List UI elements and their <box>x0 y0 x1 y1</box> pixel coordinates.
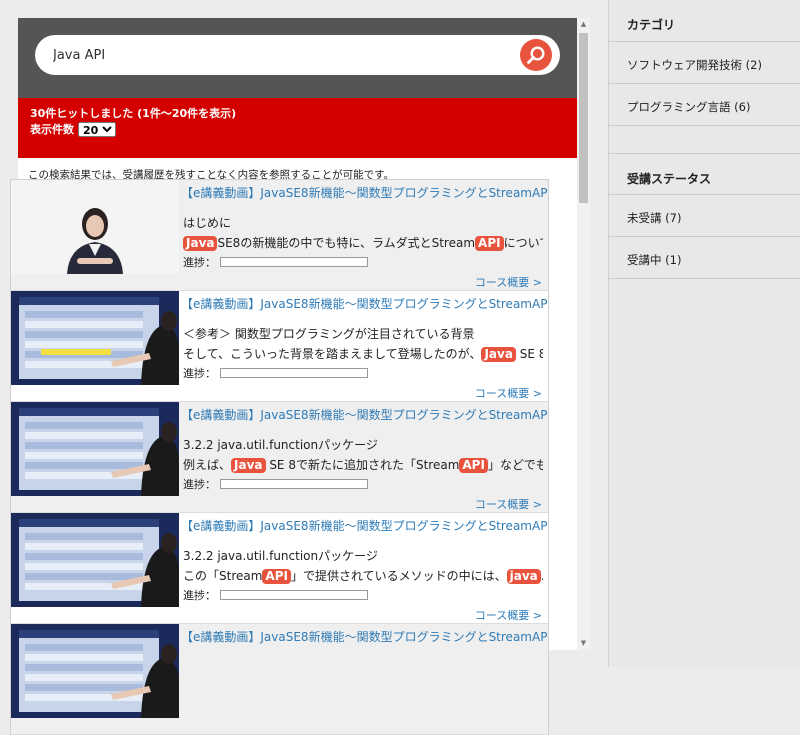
scroll-down-arrow-icon[interactable]: ▼ <box>577 637 590 650</box>
snippet-text: SE 8のラムダ式と <box>519 347 543 361</box>
progress-bar <box>220 590 368 600</box>
result-section-text: はじめに <box>183 216 232 230</box>
result-snippet: JavaSE8の新機能の中でも特に、ラムダ式とStreamAPIについて、詳しく… <box>183 234 543 251</box>
result-section-text: 3.2.2 java.util.functionパッケージ <box>183 438 378 452</box>
snippet-text: 」で提供されているメソッドの中には、 <box>290 569 507 583</box>
result-count-text: 30件ヒットしました (1件〜20件を表示) <box>30 107 237 120</box>
snippet-text: 例えば、 <box>183 458 232 472</box>
video-thumbnail[interactable] <box>11 513 179 607</box>
course-overview-link[interactable]: コース概要 > <box>475 385 542 401</box>
video-thumbnail[interactable] <box>11 402 179 496</box>
filter-sidebar: カテゴリ ソフトウェア開発技術 (2) プログラミング言語 (6) 受講ステータ… <box>608 0 800 667</box>
keyword-highlight: Java <box>183 236 218 251</box>
category-heading: カテゴリ <box>609 0 800 42</box>
video-thumbnail[interactable] <box>11 291 179 385</box>
search-input[interactable] <box>53 35 493 75</box>
search-icon <box>527 46 545 64</box>
snippet-text: 」などでもこのインタフェ <box>487 458 543 472</box>
result-title-link[interactable]: 【e講義動画】JavaSE8新機能〜関数型プログラミングとStreamAPI〜 <box>181 406 548 423</box>
keyword-highlight: API <box>459 458 488 473</box>
result-snippet: この「StreamAPI」で提供されているメソッドの中には、java.util.… <box>183 567 543 584</box>
result-title-link[interactable]: 【e講義動画】JavaSE8新機能〜関数型プログラミングとStreamAPI〜 <box>181 184 548 201</box>
progress-bar <box>220 368 368 378</box>
status-item[interactable]: 受講中 (1) <box>609 237 800 279</box>
per-page-select[interactable]: 20 <box>78 122 116 137</box>
keyword-highlight: Java <box>231 458 266 473</box>
course-overview-link[interactable]: コース概要 > <box>475 274 542 290</box>
progress-label: 進捗： <box>183 589 216 602</box>
result-list: 【e講義動画】JavaSE8新機能〜関数型プログラミングとStreamAPI〜は… <box>10 179 549 735</box>
result-item: 【e講義動画】JavaSE8新機能〜関数型プログラミングとStreamAPI〜は… <box>11 180 548 291</box>
search-box <box>35 35 560 75</box>
snippet-text: SE 8で新たに追加された「Stream <box>265 458 460 472</box>
snippet-text: SE8の新機能の中でも特に、ラムダ式とStream <box>217 236 476 250</box>
progress-row: 進捗： <box>183 587 368 603</box>
progress-row: 進捗： <box>183 365 368 381</box>
keyword-highlight: API <box>475 236 504 251</box>
result-snippet: 例えば、Java SE 8で新たに追加された「StreamAPI」などでもこのイ… <box>183 456 543 473</box>
results-scrollbar[interactable]: ▲ ▼ <box>577 18 590 650</box>
progress-row: 進捗： <box>183 254 368 270</box>
result-snippet: そして、こういった背景を踏まえまして登場したのが、Java SE 8のラムダ式と <box>183 345 543 362</box>
search-area <box>18 18 577 98</box>
snippet-text: そして、こういった背景を踏まえまして登場したのが、 <box>183 347 482 361</box>
progress-bar <box>220 479 368 489</box>
scrollbar-thumb[interactable] <box>579 33 588 203</box>
category-item[interactable]: ソフトウェア開発技術 (2) <box>609 42 800 84</box>
scroll-up-arrow-icon[interactable]: ▲ <box>577 18 590 31</box>
result-title-link[interactable]: 【e講義動画】JavaSE8新機能〜関数型プログラミングとStreamAPI〜 <box>181 295 548 312</box>
video-thumbnail[interactable] <box>11 180 179 274</box>
status-item[interactable]: 未受講 (7) <box>609 195 800 237</box>
category-item[interactable]: プログラミング言語 (6) <box>609 84 800 126</box>
result-item: 【e講義動画】JavaSE8新機能〜関数型プログラミングとStreamAPI〜 <box>11 624 548 735</box>
snippet-text: この「Stream <box>183 569 263 583</box>
keyword-highlight: java <box>506 569 541 584</box>
progress-label: 進捗： <box>183 367 216 380</box>
snippet-text: .util.functionパ <box>541 569 543 583</box>
result-section-text: 3.2.2 java.util.functionパッケージ <box>183 549 378 563</box>
progress-label: 進捗： <box>183 478 216 491</box>
progress-bar <box>220 257 368 267</box>
search-button[interactable] <box>520 39 552 71</box>
result-section-text: ＜参考＞ 関数型プログラミングが注目されている背景 <box>183 327 475 341</box>
snippet-text: について、詳しく学 <box>503 236 543 250</box>
course-overview-link[interactable]: コース概要 > <box>475 607 542 623</box>
video-thumbnail[interactable] <box>11 624 179 718</box>
course-overview-link[interactable]: コース概要 > <box>475 496 542 512</box>
keyword-highlight: Java <box>481 347 516 362</box>
progress-row: 進捗： <box>183 476 368 492</box>
result-item: 【e講義動画】JavaSE8新機能〜関数型プログラミングとStreamAPI〜 ＜… <box>11 291 548 402</box>
status-heading: 受講ステータス <box>609 153 800 195</box>
result-title-link[interactable]: 【e講義動画】JavaSE8新機能〜関数型プログラミングとStreamAPI〜 <box>181 517 548 534</box>
keyword-highlight: API <box>262 569 291 584</box>
result-item: 【e講義動画】JavaSE8新機能〜関数型プログラミングとStreamAPI〜 3… <box>11 513 548 624</box>
per-page-label: 表示件数 <box>30 123 74 136</box>
result-item: 【e講義動画】JavaSE8新機能〜関数型プログラミングとStreamAPI〜 3… <box>11 402 548 513</box>
result-summary-bar: 30件ヒットしました (1件〜20件を表示) 表示件数 20 <box>18 98 577 158</box>
progress-label: 進捗： <box>183 256 216 269</box>
result-title-link[interactable]: 【e講義動画】JavaSE8新機能〜関数型プログラミングとStreamAPI〜 <box>181 628 548 645</box>
